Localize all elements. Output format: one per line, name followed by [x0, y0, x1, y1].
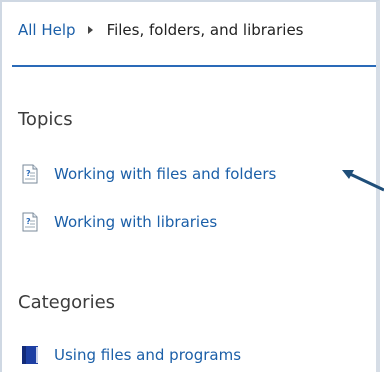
- category-link-label[interactable]: Using files and programs: [54, 346, 241, 364]
- help-document-icon: ?: [22, 164, 38, 184]
- breadcrumb: All Help Files, folders, and libraries: [18, 18, 304, 42]
- category-item-using-files-and-programs[interactable]: Using files and programs: [20, 342, 241, 368]
- topic-item-libraries[interactable]: ? Working with libraries: [20, 209, 217, 235]
- help-document-icon: ?: [22, 212, 38, 232]
- help-window-pane: All Help Files, folders, and libraries T…: [0, 0, 380, 372]
- header-divider: [12, 65, 376, 67]
- breadcrumb-current-page: Files, folders, and libraries: [106, 21, 304, 39]
- topic-item-files-and-folders[interactable]: ? Working with files and folders: [20, 161, 276, 187]
- topic-link-label[interactable]: Working with files and folders: [54, 165, 276, 183]
- topic-link-label[interactable]: Working with libraries: [54, 213, 217, 231]
- breadcrumb-all-help-link[interactable]: All Help: [18, 21, 76, 39]
- topics-heading: Topics: [18, 109, 73, 130]
- breadcrumb-separator-icon: [87, 26, 93, 34]
- help-book-icon: [22, 346, 38, 364]
- categories-heading: Categories: [18, 292, 116, 313]
